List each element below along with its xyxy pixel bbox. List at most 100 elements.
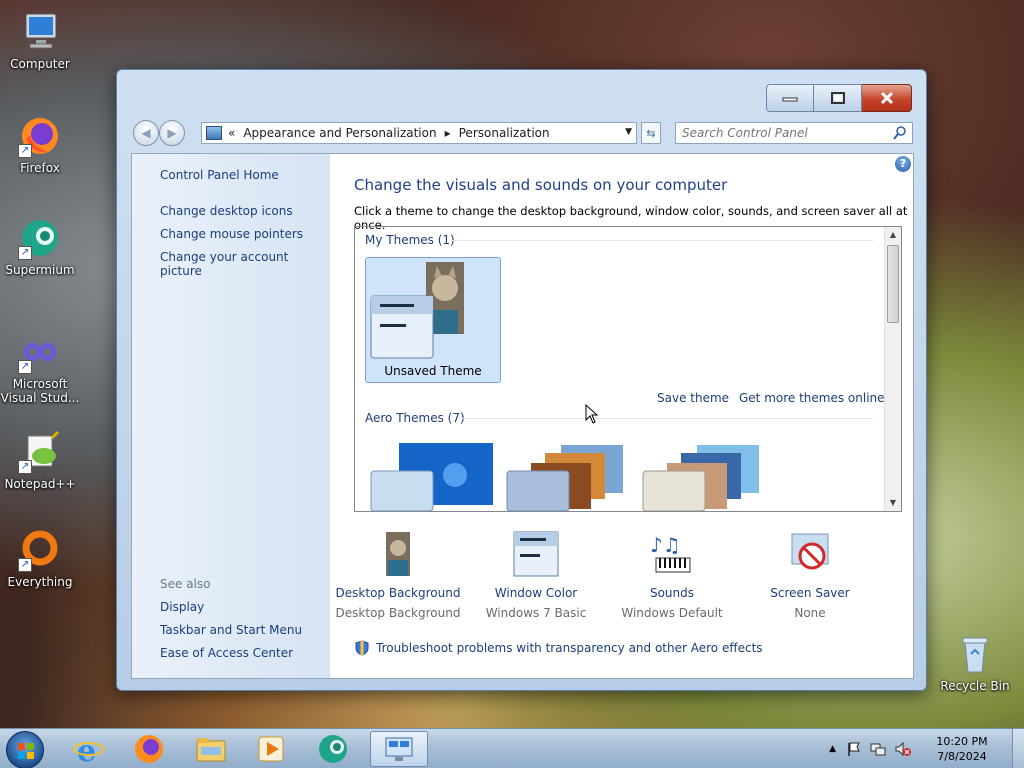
sounds-setting[interactable]: ♪♫ Sounds Windows Default xyxy=(604,530,740,620)
sounds-value: Windows Default xyxy=(621,606,723,620)
desktop-icon-label: Microsoft Visual Stud... xyxy=(0,377,80,405)
control-panel-home-link[interactable]: Control Panel Home xyxy=(160,168,279,182)
screen-saver-icon xyxy=(786,530,834,578)
shortcut-arrow-icon: ↗ xyxy=(18,558,32,572)
taskbar-start-menu-link[interactable]: Taskbar and Start Menu xyxy=(160,623,302,637)
refresh-button[interactable]: ⇆ xyxy=(641,122,661,144)
help-button[interactable]: ? xyxy=(895,156,911,172)
scroll-thumb[interactable] xyxy=(887,245,899,323)
group-divider xyxy=(459,418,873,419)
breadcrumb-appearance[interactable]: Appearance and Personalization xyxy=(243,126,436,140)
action-center-flag-icon[interactable] xyxy=(846,741,862,757)
breadcrumb-prefix[interactable]: « xyxy=(228,126,235,140)
change-account-picture-link[interactable]: Change your account picture xyxy=(160,250,330,278)
taskbar-internet-explorer[interactable]: e xyxy=(62,731,116,767)
shortcut-arrow-icon: ↗ xyxy=(18,360,32,374)
firefox-icon: ↗ xyxy=(18,114,62,158)
address-bar[interactable]: « Appearance and Personalization ▸ Perso… xyxy=(201,122,637,144)
breadcrumb-personalization[interactable]: Personalization xyxy=(459,126,550,140)
clock[interactable]: 10:20 PM 7/8/2024 xyxy=(926,734,998,764)
refresh-icon: ⇆ xyxy=(646,126,656,140)
network-icon[interactable] xyxy=(870,741,886,757)
sounds-title[interactable]: Sounds xyxy=(604,586,740,600)
forward-button[interactable]: ▶ xyxy=(159,120,185,146)
window-controls xyxy=(766,84,912,112)
screen-saver-setting[interactable]: Screen Saver None xyxy=(742,530,878,620)
desktop-background-setting[interactable]: Desktop Background Desktop Background xyxy=(330,530,466,620)
landscapes-theme-tile[interactable] xyxy=(641,443,765,511)
back-button[interactable]: ◀ xyxy=(133,120,159,146)
themes-scrollbar[interactable]: ▲ ▼ xyxy=(884,227,901,511)
unsaved-theme-tile[interactable]: Unsaved Theme xyxy=(365,257,501,383)
window-color-setting[interactable]: Window Color Windows 7 Basic xyxy=(468,530,604,620)
taskbar-file-explorer[interactable] xyxy=(184,731,238,767)
search-input[interactable] xyxy=(682,126,882,140)
get-more-themes-link[interactable]: Get more themes online xyxy=(739,391,885,405)
search-icon[interactable] xyxy=(892,125,908,141)
unsaved-theme-label: Unsaved Theme xyxy=(384,364,482,378)
vscode-icon: ↗ xyxy=(18,330,62,374)
search-box[interactable] xyxy=(675,122,913,144)
desktop-icon-label: Recycle Bin xyxy=(940,679,1010,693)
shield-icon xyxy=(355,640,369,656)
minimize-icon xyxy=(782,97,798,102)
address-dropdown-icon[interactable]: ▼ xyxy=(625,127,632,137)
mouse-cursor-icon xyxy=(585,404,599,424)
desktop-background-title[interactable]: Desktop Background xyxy=(330,586,466,600)
desktop-icon-recycle-bin[interactable]: Recycle Bin xyxy=(935,632,1015,693)
window-color-title[interactable]: Window Color xyxy=(468,586,604,600)
media-player-icon xyxy=(258,736,284,762)
change-desktop-icons-link[interactable]: Change desktop icons xyxy=(160,204,293,218)
display-link[interactable]: Display xyxy=(160,600,204,614)
scroll-down-icon[interactable]: ▼ xyxy=(885,495,901,511)
maximize-button[interactable] xyxy=(814,84,862,112)
desktop-icon-computer[interactable]: Computer xyxy=(0,10,80,71)
breadcrumb-separator-icon[interactable]: ▸ xyxy=(445,126,451,140)
shortcut-arrow-icon: ↗ xyxy=(18,144,32,158)
minimize-button[interactable] xyxy=(766,84,814,112)
back-arrow-icon: ◀ xyxy=(141,126,151,140)
change-mouse-pointers-link[interactable]: Change mouse pointers xyxy=(160,227,303,241)
desktop-icon-everything[interactable]: ↗ Everything xyxy=(0,528,80,589)
themes-list[interactable]: My Themes (1) Unsaved Theme Save theme G… xyxy=(354,226,902,512)
windows-7-theme-preview xyxy=(370,443,493,511)
show-hidden-icons-icon[interactable]: ▲ xyxy=(829,744,836,754)
close-icon xyxy=(880,91,893,105)
ease-of-access-link[interactable]: Ease of Access Center xyxy=(160,646,293,660)
desktop-icon-label: Everything xyxy=(7,575,73,589)
svg-text:e: e xyxy=(77,734,96,765)
taskbar: e ▲ 10:20 PM 7/8/2024 xyxy=(0,728,1024,768)
start-button[interactable] xyxy=(6,731,44,768)
svg-text:♪♫: ♪♫ xyxy=(650,533,681,557)
supermium-icon: ↗ xyxy=(18,216,62,260)
show-desktop-button[interactable] xyxy=(1012,729,1024,768)
notepadpp-icon: ↗ xyxy=(18,430,62,474)
clock-date: 7/8/2024 xyxy=(937,750,987,763)
supermium-icon xyxy=(319,735,347,763)
shortcut-arrow-icon: ↗ xyxy=(18,460,32,474)
desktop-icon-notepadpp[interactable]: ↗ Notepad++ xyxy=(0,430,80,491)
windows-7-theme-tile[interactable] xyxy=(369,443,493,511)
taskbar-supermium[interactable] xyxy=(306,731,360,767)
aero-themes-header: Aero Themes (7) xyxy=(365,411,465,425)
desktop-icon-supermium[interactable]: ↗ Supermium xyxy=(0,216,80,277)
volume-muted-icon[interactable] xyxy=(894,741,912,757)
desktop-icon-label: Notepad++ xyxy=(4,477,76,491)
desktop-icon-label: Computer xyxy=(10,57,70,71)
taskbar-control-panel[interactable] xyxy=(370,731,428,767)
save-theme-link[interactable]: Save theme xyxy=(657,391,729,405)
personalization-window: ◀ ▶ « Appearance and Personalization ▸ P… xyxy=(116,69,927,691)
architecture-theme-tile[interactable] xyxy=(505,443,629,511)
sounds-icon: ♪♫ xyxy=(648,530,696,578)
taskbar-firefox[interactable] xyxy=(122,731,176,767)
screen-saver-title[interactable]: Screen Saver xyxy=(742,586,878,600)
troubleshoot-link[interactable]: Troubleshoot problems with transparency … xyxy=(376,641,763,655)
desktop-icon-vscode[interactable]: ↗ Microsoft Visual Stud... xyxy=(0,330,80,405)
navigation-bar: ◀ ▶ « Appearance and Personalization ▸ P… xyxy=(131,120,913,146)
taskbar-media-player[interactable] xyxy=(244,731,298,767)
desktop-icon-firefox[interactable]: ↗ Firefox xyxy=(0,114,80,175)
close-button[interactable] xyxy=(862,84,912,112)
scroll-up-icon[interactable]: ▲ xyxy=(885,227,901,243)
desktop-background-icon xyxy=(374,530,422,578)
task-pane: Control Panel Home Change desktop icons … xyxy=(132,154,330,678)
